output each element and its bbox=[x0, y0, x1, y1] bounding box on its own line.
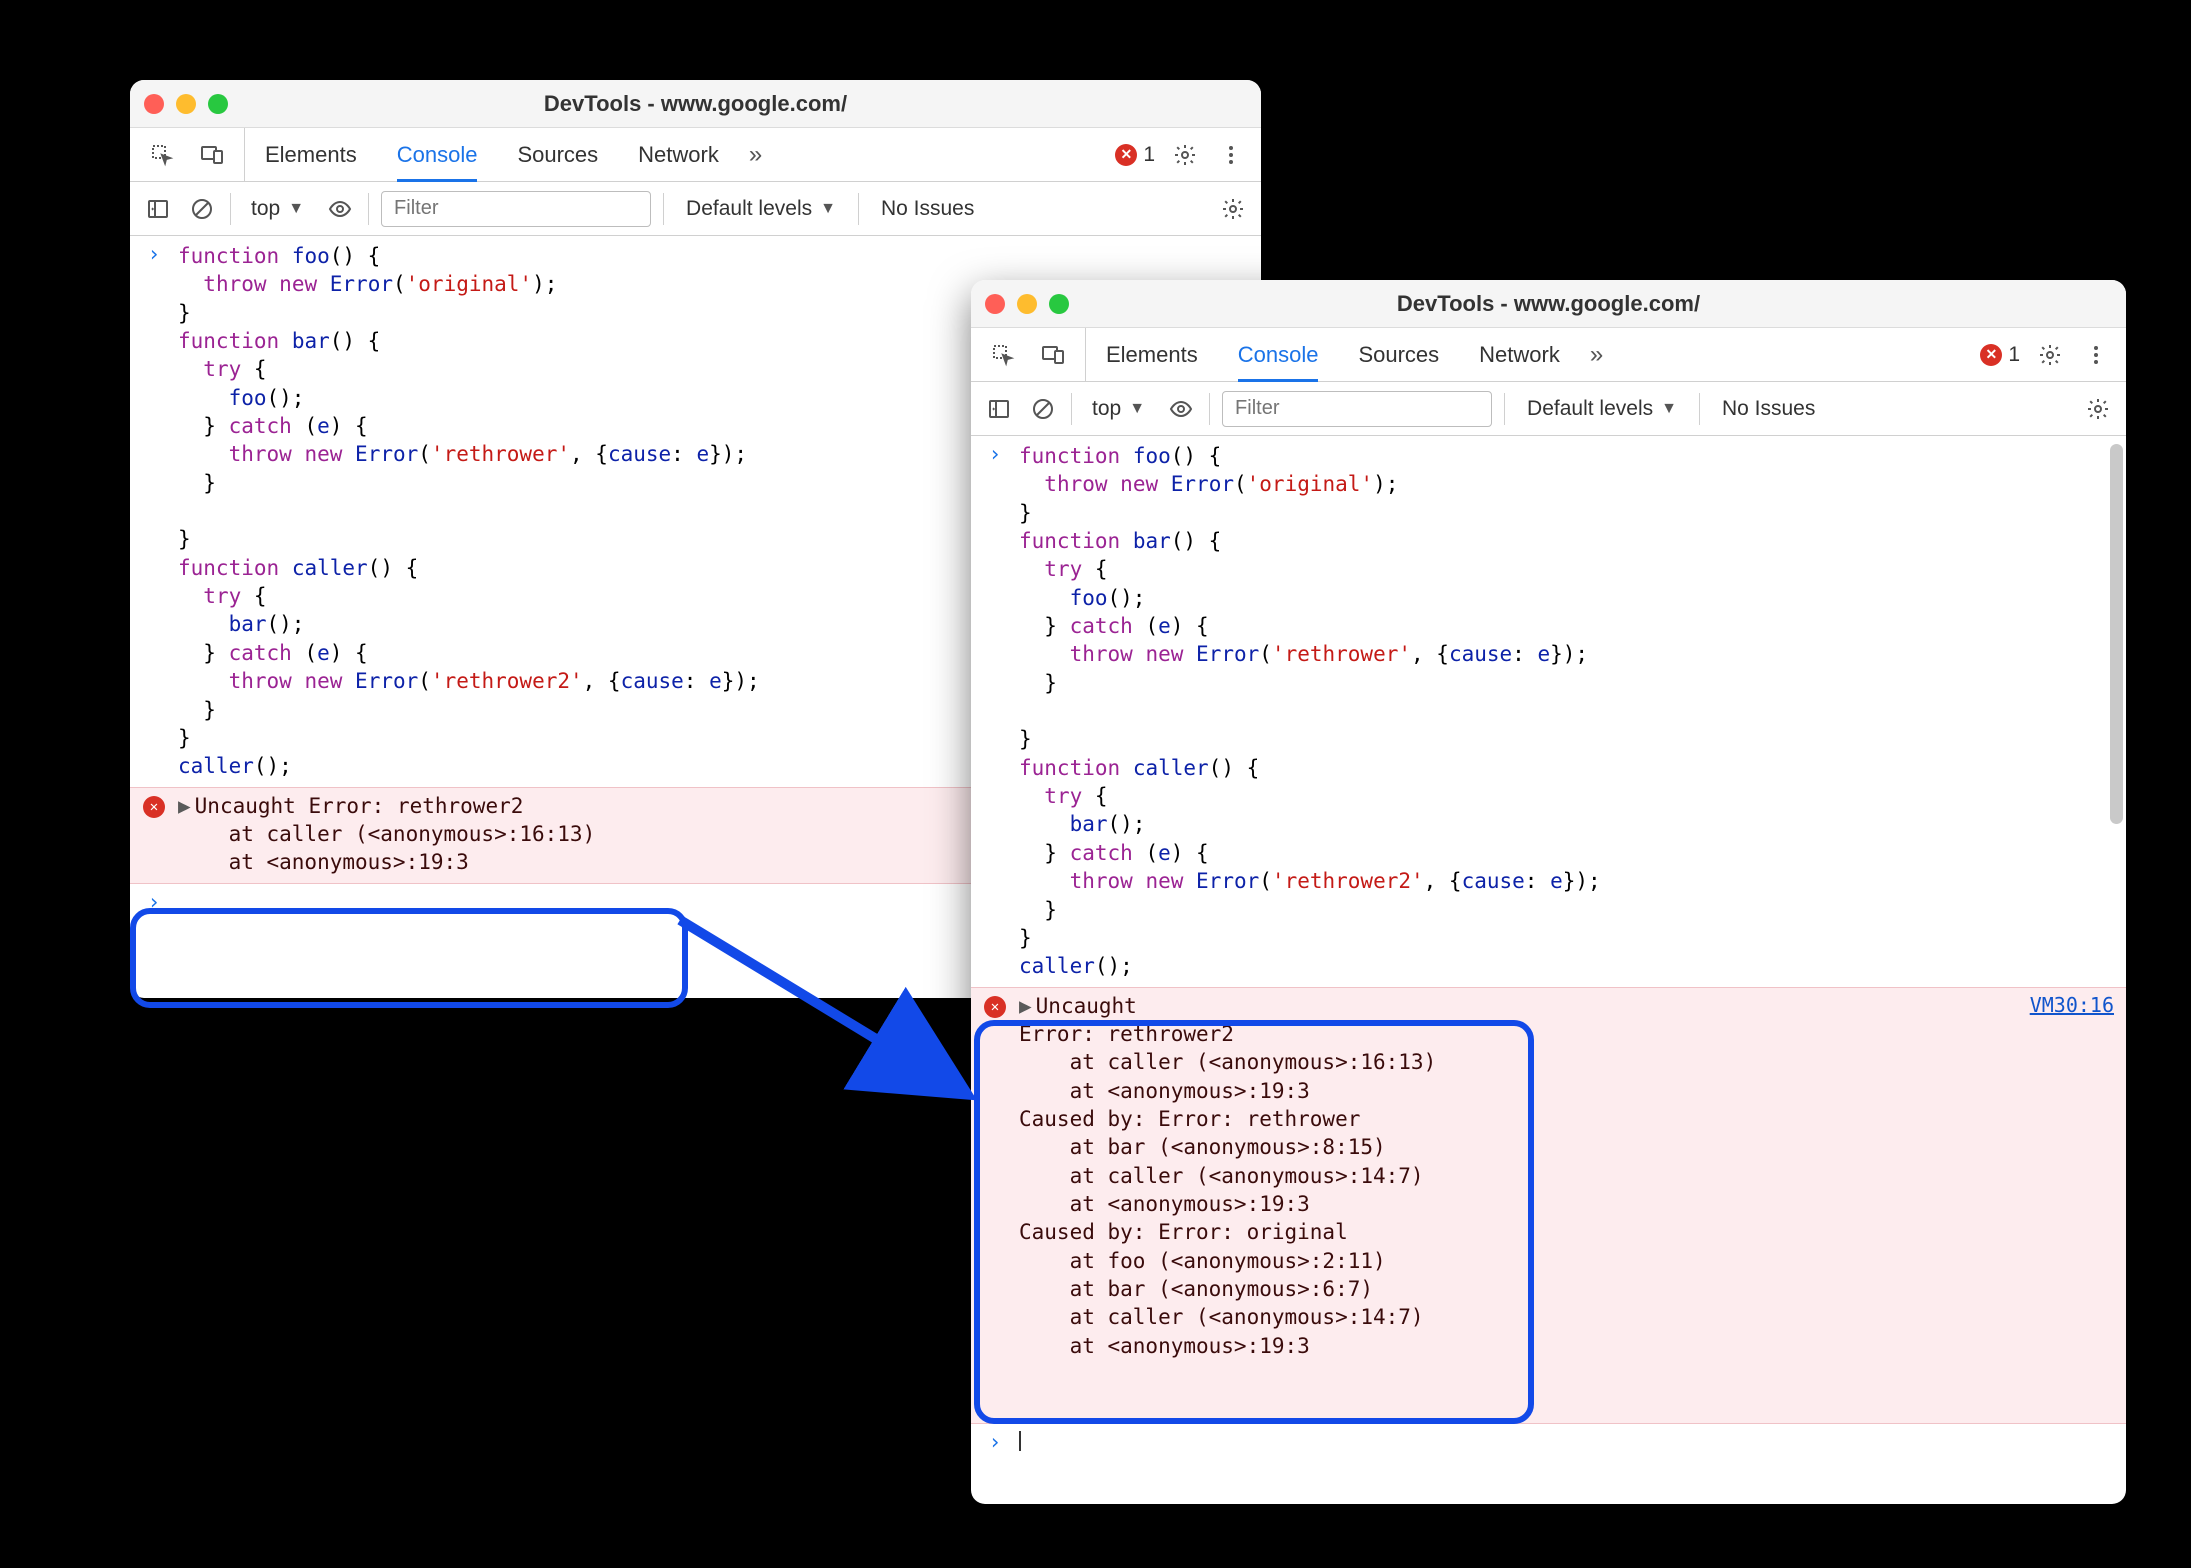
input-prompt-icon: › bbox=[971, 1430, 1019, 1458]
error-count-badge[interactable]: ✕ 1 bbox=[1980, 343, 2020, 367]
input-prompt-icon: › bbox=[971, 442, 1019, 981]
console-input-row: › function foo() { throw new Error('orig… bbox=[971, 436, 2126, 987]
log-levels-label: Default levels bbox=[686, 197, 812, 221]
console-sidebar-toggle-icon[interactable] bbox=[983, 393, 1015, 425]
error-source-link[interactable]: VM30:16 bbox=[2030, 992, 2114, 1019]
tab-network[interactable]: Network bbox=[1459, 328, 1580, 381]
device-toolbar-icon[interactable] bbox=[196, 139, 228, 171]
error-count: 1 bbox=[1143, 143, 1155, 167]
more-tabs-chevron-icon[interactable]: » bbox=[739, 141, 772, 169]
tab-network[interactable]: Network bbox=[618, 128, 739, 181]
chevron-down-icon: ▼ bbox=[1661, 400, 1677, 418]
console-error-message[interactable]: ✕ ▶Uncaught Error: rethrower2 at caller … bbox=[971, 987, 2126, 1424]
tabs-right-controls: ✕ 1 bbox=[1980, 339, 2126, 371]
input-prompt-icon: › bbox=[130, 242, 178, 781]
kebab-menu-icon[interactable] bbox=[1215, 139, 1247, 171]
device-toolbar-icon[interactable] bbox=[1037, 339, 1069, 371]
console-settings-gear-icon[interactable] bbox=[1217, 193, 1249, 225]
minimize-window-button[interactable] bbox=[176, 94, 196, 114]
tab-console[interactable]: Console bbox=[1218, 328, 1339, 381]
inspect-element-icon[interactable] bbox=[987, 339, 1019, 371]
tab-sources[interactable]: Sources bbox=[497, 128, 618, 181]
window-title: DevTools - www.google.com/ bbox=[971, 291, 2126, 317]
titlebar: DevTools - www.google.com/ bbox=[130, 80, 1261, 128]
issues-label: No Issues bbox=[871, 197, 984, 221]
traffic-lights bbox=[144, 94, 228, 114]
window-title: DevTools - www.google.com/ bbox=[130, 91, 1261, 117]
toolbar-icons bbox=[130, 128, 245, 181]
clear-console-icon[interactable] bbox=[186, 193, 218, 225]
error-icon: ✕ bbox=[143, 796, 165, 818]
settings-gear-icon[interactable] bbox=[2034, 339, 2066, 371]
console-prompt-row[interactable]: › bbox=[971, 1424, 2126, 1464]
filter-input[interactable] bbox=[381, 191, 651, 227]
traffic-lights bbox=[985, 294, 1069, 314]
chevron-down-icon: ▼ bbox=[820, 200, 836, 218]
settings-gear-icon[interactable] bbox=[1169, 139, 1201, 171]
live-expression-eye-icon[interactable] bbox=[324, 193, 356, 225]
tab-list: Elements Console Sources Network » bbox=[1086, 328, 1613, 381]
console-filter-row: top ▼ Default levels ▼ No Issues bbox=[971, 382, 2126, 436]
live-expression-eye-icon[interactable] bbox=[1165, 393, 1197, 425]
log-levels-select[interactable]: Default levels ▼ bbox=[1517, 397, 1687, 421]
issues-label: No Issues bbox=[1712, 397, 1825, 421]
chevron-down-icon: ▼ bbox=[1129, 400, 1145, 418]
error-icon: ✕ bbox=[1980, 344, 2002, 366]
console-filter-row: top ▼ Default levels ▼ No Issues bbox=[130, 182, 1261, 236]
devtools-window-2: DevTools - www.google.com/ Elements Cons… bbox=[971, 280, 2126, 1504]
kebab-menu-icon[interactable] bbox=[2080, 339, 2112, 371]
execution-context-select[interactable]: top ▼ bbox=[1084, 397, 1153, 421]
console-sidebar-toggle-icon[interactable] bbox=[142, 193, 174, 225]
maximize-window-button[interactable] bbox=[1049, 294, 1069, 314]
console-settings-gear-icon[interactable] bbox=[2082, 393, 2114, 425]
chevron-down-icon: ▼ bbox=[288, 200, 304, 218]
execution-context-select[interactable]: top ▼ bbox=[243, 197, 312, 221]
tabs-row: Elements Console Sources Network » ✕ 1 bbox=[130, 128, 1261, 182]
log-levels-select[interactable]: Default levels ▼ bbox=[676, 197, 846, 221]
tab-sources[interactable]: Sources bbox=[1338, 328, 1459, 381]
error-count: 1 bbox=[2008, 343, 2020, 367]
error-text: ▶Uncaught Error: rethrower2 at caller (<… bbox=[1019, 988, 2126, 1423]
execution-context-label: top bbox=[251, 197, 280, 221]
filter-input[interactable] bbox=[1222, 391, 1492, 427]
close-window-button[interactable] bbox=[985, 294, 1005, 314]
tab-console[interactable]: Console bbox=[377, 128, 498, 181]
error-count-badge[interactable]: ✕ 1 bbox=[1115, 143, 1155, 167]
execution-context-label: top bbox=[1092, 397, 1121, 421]
more-tabs-chevron-icon[interactable]: » bbox=[1580, 341, 1613, 369]
error-icon: ✕ bbox=[1115, 144, 1137, 166]
minimize-window-button[interactable] bbox=[1017, 294, 1037, 314]
error-icon: ✕ bbox=[984, 996, 1006, 1018]
clear-console-icon[interactable] bbox=[1027, 393, 1059, 425]
inspect-element-icon[interactable] bbox=[146, 139, 178, 171]
tab-list: Elements Console Sources Network » bbox=[245, 128, 772, 181]
input-prompt-icon: › bbox=[130, 890, 178, 914]
log-levels-label: Default levels bbox=[1527, 397, 1653, 421]
code-content: function foo() { throw new Error('origin… bbox=[1019, 442, 2126, 981]
console-body: › function foo() { throw new Error('orig… bbox=[971, 436, 2126, 1504]
maximize-window-button[interactable] bbox=[208, 94, 228, 114]
tab-elements[interactable]: Elements bbox=[245, 128, 377, 181]
titlebar: DevTools - www.google.com/ bbox=[971, 280, 2126, 328]
toolbar-icons bbox=[971, 328, 1086, 381]
close-window-button[interactable] bbox=[144, 94, 164, 114]
tabs-right-controls: ✕ 1 bbox=[1115, 139, 1261, 171]
tabs-row: Elements Console Sources Network » ✕ 1 bbox=[971, 328, 2126, 382]
tab-elements[interactable]: Elements bbox=[1086, 328, 1218, 381]
